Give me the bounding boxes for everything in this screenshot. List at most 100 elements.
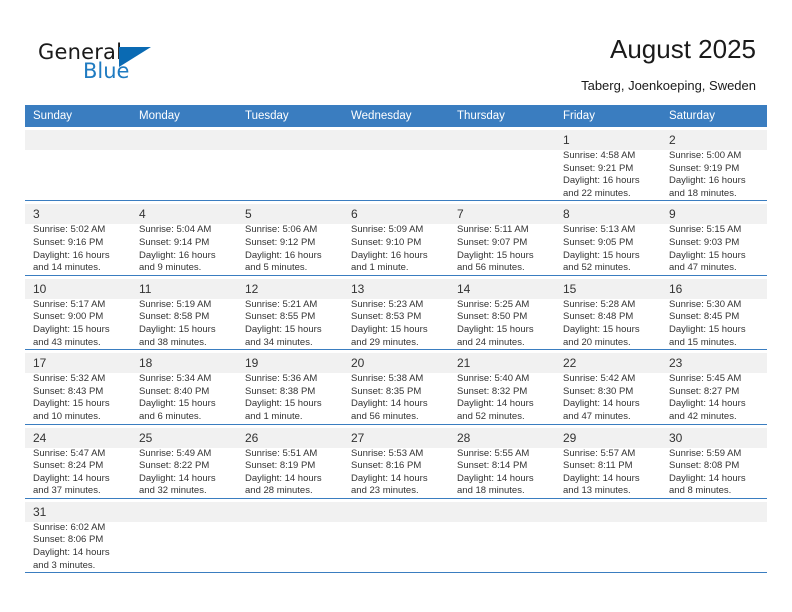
sunset-text: Sunset: 8:40 PM xyxy=(139,385,210,397)
calendar-body: 1 Sunrise: 4:58 AM Sunset: 9:21 PM Daylight… xyxy=(25,127,767,574)
calendar-day-cell[interactable]: 9 Sunrise: 5:15 AM Sunset: 9:03 PM Daylight… xyxy=(661,200,767,276)
calendar-day-cell[interactable]: 14 Sunrise: 5:25 AM Sunset: 8:50 PM Dayligh… xyxy=(449,275,555,351)
sunrise-text: Sunrise: 6:02 AM xyxy=(33,521,106,533)
weekday-header-tuesday: Tuesday xyxy=(237,105,343,127)
calendar-day-cell[interactable]: 12 Sunrise: 5:21 AM Sunset: 8:55 PM Dayligh… xyxy=(237,275,343,351)
daylight-text-line1: Daylight: 14 hours xyxy=(245,472,322,484)
calendar-day-cell[interactable]: 29 Sunrise: 5:57 AM Sunset: 8:11 PM Dayligh… xyxy=(555,424,661,499)
calendar-day-cell[interactable]: 30 Sunrise: 5:59 AM Sunset: 8:08 PM Dayligh… xyxy=(661,424,767,499)
general-blue-logo: General Blue xyxy=(38,40,218,88)
calendar-day-cell[interactable]: 24 Sunrise: 5:47 AM Sunset: 8:24 PM Dayligh… xyxy=(25,424,131,499)
calendar-day-cell[interactable]: 21 Sunrise: 5:40 AM Sunset: 8:32 PM Dayligh… xyxy=(449,349,555,425)
calendar-week-row: 3 Sunrise: 5:02 AM Sunset: 9:16 PM Daylight… xyxy=(25,200,767,276)
calendar-week-row: 31 Sunrise: 6:02 AM Sunset: 8:06 PM Dayligh… xyxy=(25,498,767,574)
day-cell-content: 3 Sunrise: 5:02 AM Sunset: 9:16 PM Daylight… xyxy=(25,201,131,274)
calendar-day-cell[interactable]: 15 Sunrise: 5:28 AM Sunset: 8:48 PM Dayligh… xyxy=(555,275,661,351)
daylight-text-line1: Daylight: 14 hours xyxy=(563,472,640,484)
daylight-text-line1: Daylight: 14 hours xyxy=(33,547,110,559)
day-cell-content xyxy=(661,499,767,522)
calendar-day-cell[interactable]: 22 Sunrise: 5:42 AM Sunset: 8:30 PM Dayligh… xyxy=(555,349,661,425)
sun-info: Sunrise: 5:11 AM Sunset: 9:07 PM Daylight:… xyxy=(457,224,549,274)
sun-info: Sunrise: 5:45 AM Sunset: 8:27 PM Daylight:… xyxy=(669,373,761,423)
daylight-text-line2: and 10 minutes. xyxy=(33,410,101,422)
day-number: 20 xyxy=(343,353,449,374)
calendar-day-cell[interactable]: 13 Sunrise: 5:23 AM Sunset: 8:53 PM Dayligh… xyxy=(343,275,449,351)
calendar-day-cell[interactable]: 19 Sunrise: 5:36 AM Sunset: 8:38 PM Dayligh… xyxy=(237,349,343,425)
sun-info: Sunrise: 5:49 AM Sunset: 8:22 PM Daylight:… xyxy=(139,448,231,498)
sunrise-text: Sunrise: 5:36 AM xyxy=(245,373,318,385)
calendar-day-cell[interactable]: 7 Sunrise: 5:11 AM Sunset: 9:07 PM Daylight… xyxy=(449,200,555,276)
sunrise-text: Sunrise: 5:38 AM xyxy=(351,373,424,385)
daylight-text-line1: Daylight: 14 hours xyxy=(457,472,534,484)
calendar-day-cell[interactable]: 23 Sunrise: 5:45 AM Sunset: 8:27 PM Dayligh… xyxy=(661,349,767,425)
daylight-text-line1: Daylight: 15 hours xyxy=(669,323,746,335)
sunrise-text: Sunrise: 5:55 AM xyxy=(457,447,530,459)
calendar-day-cell[interactable]: 28 Sunrise: 5:55 AM Sunset: 8:14 PM Dayligh… xyxy=(449,424,555,499)
calendar-day-cell[interactable]: 4 Sunrise: 5:04 AM Sunset: 9:14 PM Daylight… xyxy=(131,200,237,276)
daylight-text-line1: Daylight: 16 hours xyxy=(245,249,322,261)
daylight-text-line2: and 42 minutes. xyxy=(669,410,737,422)
sunset-text: Sunset: 8:32 PM xyxy=(457,385,528,397)
day-cell-content: 6 Sunrise: 5:09 AM Sunset: 9:10 PM Daylight… xyxy=(343,201,449,274)
calendar-day-cell[interactable]: 6 Sunrise: 5:09 AM Sunset: 9:10 PM Daylight… xyxy=(343,200,449,276)
sunrise-text: Sunrise: 5:19 AM xyxy=(139,298,212,310)
sunset-text: Sunset: 9:10 PM xyxy=(351,236,422,248)
daylight-text-line1: Daylight: 15 hours xyxy=(563,323,640,335)
calendar-day-cell[interactable]: 8 Sunrise: 5:13 AM Sunset: 9:05 PM Daylight… xyxy=(555,200,661,276)
weekday-header-wednesday: Wednesday xyxy=(343,105,449,127)
sunrise-text: Sunrise: 5:13 AM xyxy=(563,224,636,236)
calendar-day-cell[interactable]: 11 Sunrise: 5:19 AM Sunset: 8:58 PM Dayligh… xyxy=(131,275,237,351)
calendar-day-cell[interactable]: 5 Sunrise: 5:06 AM Sunset: 9:12 PM Daylight… xyxy=(237,200,343,276)
sunset-text: Sunset: 8:19 PM xyxy=(245,460,316,472)
calendar-day-cell[interactable]: 16 Sunrise: 5:30 AM Sunset: 8:45 PM Dayligh… xyxy=(661,275,767,351)
day-cell-content: 2 Sunrise: 5:00 AM Sunset: 9:19 PM Daylight… xyxy=(661,127,767,200)
weekday-header-thursday: Thursday xyxy=(449,105,555,127)
day-cell-content xyxy=(449,127,555,150)
daylight-text-line1: Daylight: 15 hours xyxy=(563,249,640,261)
sunrise-text: Sunrise: 5:57 AM xyxy=(563,447,636,459)
daylight-text-line2: and 15 minutes. xyxy=(669,336,737,348)
day-number: 2 xyxy=(661,130,767,150)
calendar-day-cell[interactable]: 26 Sunrise: 5:51 AM Sunset: 8:19 PM Dayligh… xyxy=(237,424,343,499)
day-cell-content: 22 Sunrise: 5:42 AM Sunset: 8:30 PM Dayligh… xyxy=(555,350,661,423)
sun-info: Sunrise: 5:32 AM Sunset: 8:43 PM Daylight:… xyxy=(33,373,125,423)
day-cell-content: 12 Sunrise: 5:21 AM Sunset: 8:55 PM Dayligh… xyxy=(237,276,343,349)
calendar-day-cell[interactable]: 2 Sunrise: 5:00 AM Sunset: 9:19 PM Daylight… xyxy=(661,127,767,202)
day-number: 30 xyxy=(661,427,767,448)
sunset-text: Sunset: 8:16 PM xyxy=(351,460,422,472)
sunset-text: Sunset: 9:14 PM xyxy=(139,236,210,248)
sunset-text: Sunset: 8:24 PM xyxy=(33,460,104,472)
calendar-day-cell[interactable]: 31 Sunrise: 6:02 AM Sunset: 8:06 PM Dayligh… xyxy=(25,498,131,574)
daylight-text-line1: Daylight: 14 hours xyxy=(457,398,534,410)
day-cell-content: 27 Sunrise: 5:53 AM Sunset: 8:16 PM Dayligh… xyxy=(343,425,449,498)
day-number: 23 xyxy=(661,353,767,374)
sunrise-text: Sunrise: 5:09 AM xyxy=(351,224,424,236)
calendar-week-row: 24 Sunrise: 5:47 AM Sunset: 8:24 PM Dayligh… xyxy=(25,424,767,499)
day-cell-content xyxy=(555,499,661,522)
calendar-day-cell[interactable]: 3 Sunrise: 5:02 AM Sunset: 9:16 PM Daylight… xyxy=(25,200,131,276)
sunset-text: Sunset: 9:00 PM xyxy=(33,311,104,323)
daylight-text-line1: Daylight: 14 hours xyxy=(351,472,428,484)
day-number xyxy=(343,501,449,522)
day-number: 9 xyxy=(661,204,767,225)
calendar-day-cell[interactable]: 18 Sunrise: 5:34 AM Sunset: 8:40 PM Dayligh… xyxy=(131,349,237,425)
calendar-day-cell[interactable]: 17 Sunrise: 5:32 AM Sunset: 8:43 PM Dayligh… xyxy=(25,349,131,425)
daylight-text-line1: Daylight: 14 hours xyxy=(351,398,428,410)
day-number: 24 xyxy=(25,427,131,448)
day-cell-content xyxy=(131,127,237,150)
calendar-day-cell-empty xyxy=(237,498,343,574)
calendar-day-cell[interactable]: 20 Sunrise: 5:38 AM Sunset: 8:35 PM Dayligh… xyxy=(343,349,449,425)
calendar-day-cell[interactable]: 1 Sunrise: 4:58 AM Sunset: 9:21 PM Daylight… xyxy=(555,127,661,202)
day-number xyxy=(25,130,131,150)
day-number xyxy=(237,130,343,150)
calendar-day-cell[interactable]: 10 Sunrise: 5:17 AM Sunset: 9:00 PM Dayligh… xyxy=(25,275,131,351)
sunset-text: Sunset: 8:22 PM xyxy=(139,460,210,472)
day-number: 22 xyxy=(555,353,661,374)
calendar-day-cell[interactable]: 27 Sunrise: 5:53 AM Sunset: 8:16 PM Dayligh… xyxy=(343,424,449,499)
day-number: 4 xyxy=(131,204,237,225)
sun-info: Sunrise: 5:53 AM Sunset: 8:16 PM Daylight:… xyxy=(351,448,443,498)
day-cell-content: 4 Sunrise: 5:04 AM Sunset: 9:14 PM Daylight… xyxy=(131,201,237,274)
calendar-day-cell[interactable]: 25 Sunrise: 5:49 AM Sunset: 8:22 PM Dayligh… xyxy=(131,424,237,499)
sunrise-text: Sunrise: 5:25 AM xyxy=(457,298,530,310)
sunrise-text: Sunrise: 5:49 AM xyxy=(139,447,212,459)
